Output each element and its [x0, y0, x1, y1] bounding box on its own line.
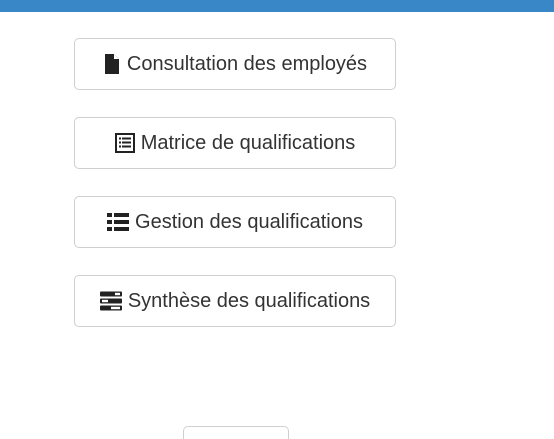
consultation-employes-button[interactable]: Consultation des employés: [74, 38, 396, 90]
synthese-qualifications-label: Synthèse des qualifications: [127, 290, 371, 312]
list-alt-icon: [114, 133, 135, 153]
list-icon: [107, 212, 130, 232]
matrice-qualifications-button[interactable]: Matrice de qualifications: [74, 117, 396, 169]
top-bar: [0, 0, 554, 12]
partial-button[interactable]: [183, 426, 289, 439]
page: Consultation des employés Matrice de qua…: [0, 0, 554, 439]
matrice-qualifications-label: Matrice de qualifications: [140, 132, 356, 154]
consultation-employes-label: Consultation des employés: [126, 53, 368, 75]
tasks-icon: [99, 291, 122, 311]
file-icon: [103, 54, 121, 74]
gestion-qualifications-button[interactable]: Gestion des qualifications: [74, 196, 396, 248]
synthese-qualifications-button[interactable]: Synthèse des qualifications: [74, 275, 396, 327]
gestion-qualifications-label: Gestion des qualifications: [135, 211, 363, 233]
